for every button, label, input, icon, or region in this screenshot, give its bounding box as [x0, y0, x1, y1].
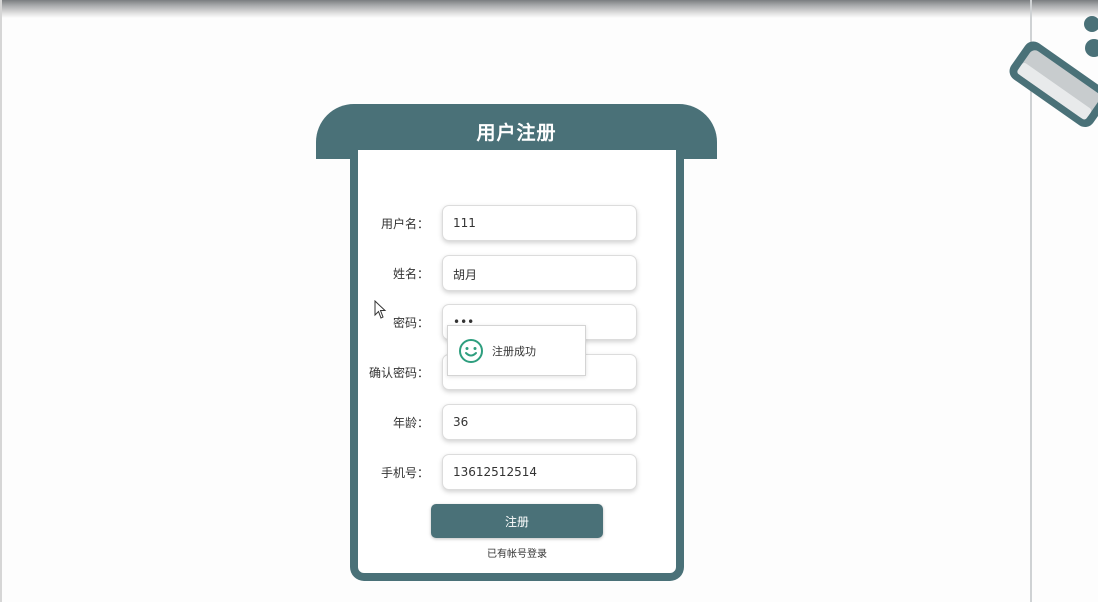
age-row: 年龄： 36	[0, 404, 1098, 442]
smile-icon	[459, 338, 483, 363]
toast-message: 注册成功	[492, 344, 536, 358]
decoration-icon	[1009, 16, 1098, 128]
phone-label: 手机号：	[380, 466, 429, 480]
username-label: 用户名：	[380, 217, 429, 231]
age-input[interactable]: 36	[442, 404, 637, 440]
password-label: 密码：	[392, 316, 429, 330]
age-label: 年龄：	[392, 416, 429, 430]
phone-input[interactable]: 13612512514	[442, 454, 637, 490]
page: 用户注册 用户名： 111 姓名： 胡月 密码： ••• 确认密码： 年龄： 3…	[0, 0, 1098, 602]
browser-top-shadow	[0, 0, 1098, 18]
login-link[interactable]: 已有帐号登录	[431, 545, 603, 560]
left-edge	[0, 0, 2, 602]
username-input[interactable]: 111	[442, 205, 637, 241]
name-label: 姓名：	[392, 267, 429, 281]
mouse-cursor-icon	[374, 300, 387, 319]
username-row: 用户名： 111	[0, 205, 1098, 243]
name-input[interactable]: 胡月	[442, 255, 637, 291]
phone-row: 手机号： 13612512514	[0, 454, 1098, 492]
success-toast: 注册成功	[447, 325, 586, 376]
confirm-password-label: 确认密码：	[368, 366, 429, 380]
register-button[interactable]: 注册	[431, 504, 603, 538]
name-row: 姓名： 胡月	[0, 255, 1098, 293]
